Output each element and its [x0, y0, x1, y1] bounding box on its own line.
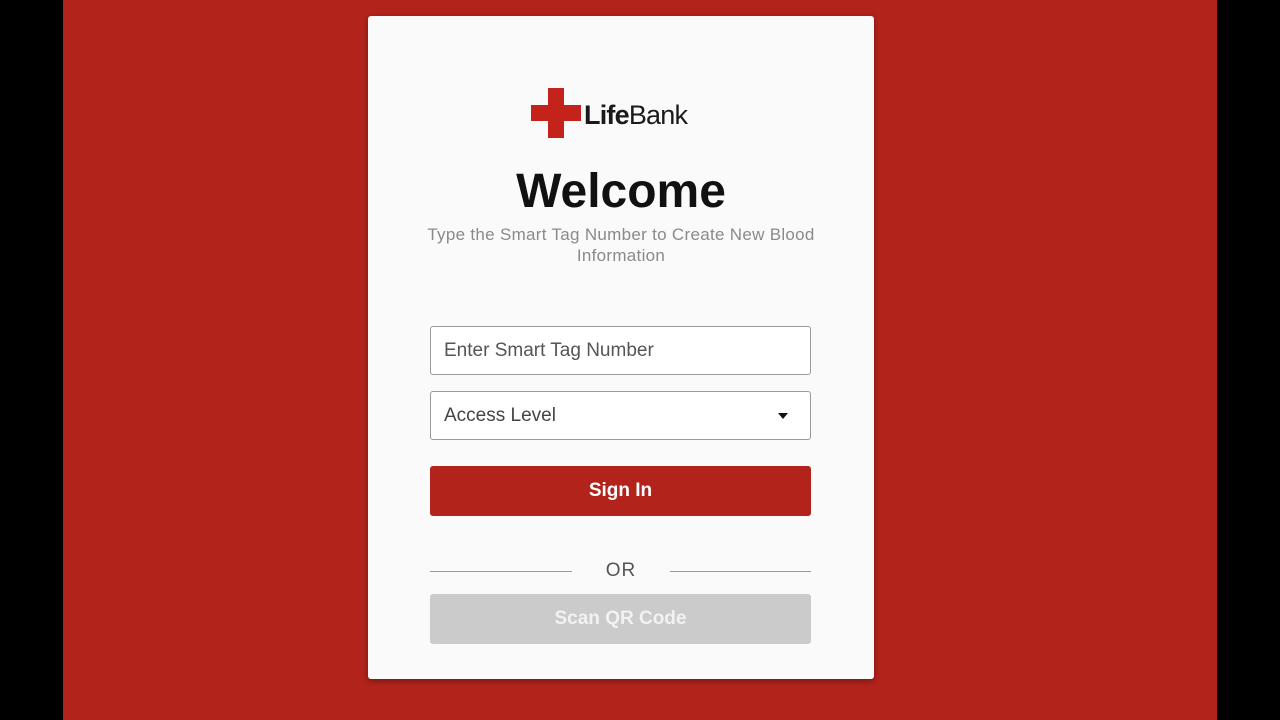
brand-name: LifeBank — [584, 99, 688, 130]
divider-line-left — [430, 571, 572, 572]
access-level-label: Access Level — [444, 404, 556, 426]
smart-tag-input[interactable] — [431, 327, 810, 374]
page-title: Welcome — [516, 165, 726, 218]
access-level-select[interactable]: Access Level — [430, 391, 811, 440]
smart-tag-field[interactable] — [430, 326, 811, 375]
lifebank-logo: LifeBank — [531, 88, 688, 138]
or-divider-text: OR — [605, 560, 637, 581]
red-cross-icon — [531, 88, 581, 138]
page-subtitle: Type the Smart Tag Number to Create New … — [427, 225, 815, 265]
divider-line-right — [670, 571, 811, 572]
scan-qr-code-button[interactable]: Scan QR Code — [430, 594, 811, 644]
sign-in-button[interactable]: Sign In — [430, 466, 811, 516]
caret-down-icon — [778, 412, 788, 419]
